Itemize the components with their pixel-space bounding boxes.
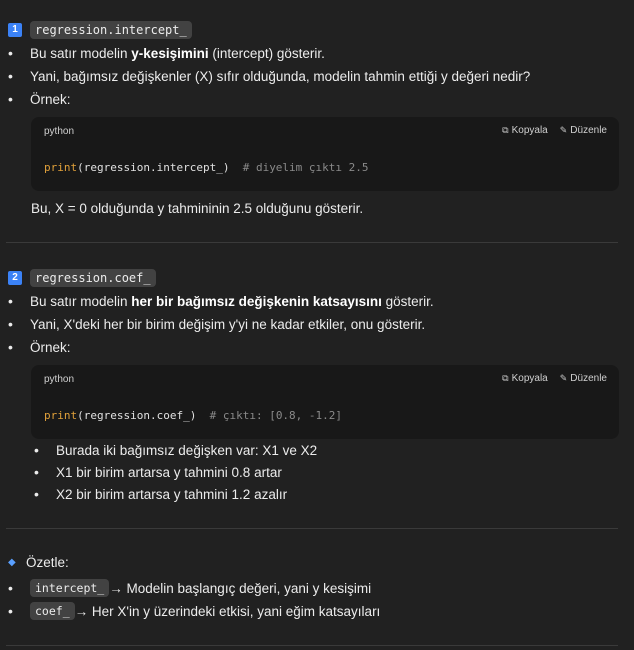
copy-button[interactable]: ⧉ Kopyala [502,373,548,384]
code-block-1: python ⧉ Kopyala ✎ Düzenle print(regressio… [31,117,619,191]
sub-list-item: • X1 bir birim artarsa y tahmini 0.8 art… [34,464,282,480]
copy-button[interactable]: ⧉ Kopyala [502,125,548,136]
list-item-text: Bu satır modelin y-kesişimini (intercept… [30,45,325,61]
step-number-2: 2 [8,271,22,285]
list-item-text: Örnek: [30,91,71,107]
summary-title: Özetle: [26,555,69,570]
divider [6,242,618,243]
sub-list-item-text: Burada iki bağımsız değişken var: X1 ve … [56,442,318,458]
list-item-text: Örnek: [30,339,71,355]
list-item: • intercept_ → Modelin başlangıç değeri,… [8,579,372,597]
inline-code: intercept_ [30,579,110,597]
list-item: • Örnek: [8,339,71,355]
section-1-heading: 1 regression.intercept_ [8,20,192,40]
list-item: • Yani, bağımsız değişkenler (X) sıfır o… [8,68,531,84]
list-item: • Örnek: [8,91,71,107]
edit-button[interactable]: ✎ Düzenle [560,373,607,384]
code-language: python [44,374,75,385]
list-item: • Yani, X'deki her bir birim değişim y'y… [8,316,426,332]
section-2-title: regression.coef_ [30,269,156,287]
summary-heading: ◆ Özetle: [8,555,69,570]
code-actions: ⧉ Kopyala ✎ Düzenle [502,373,607,384]
code-line: print(regression.coef_) # çıktı: [0.8, -… [44,409,343,422]
pencil-icon: ✎ [559,373,568,383]
list-item: • Bu satır modelin y-kesişimini (interce… [8,45,325,61]
edit-button[interactable]: ✎ Düzenle [560,125,607,136]
inline-code: coef_ [30,602,75,620]
list-item: • coef_ → Her X'in y üzerindeki etkisi, … [8,602,381,620]
list-item-text: Yani, X'deki her bir birim değişim y'yi … [30,316,426,332]
code-block-2: python ⧉ Kopyala ✎ Düzenle print(regressio… [31,365,619,439]
section-1-title: regression.intercept_ [30,21,192,39]
divider [6,528,618,529]
diamond-icon: ◆ [8,557,16,568]
section-2-heading: 2 regression.coef_ [8,268,156,288]
sub-list-item-text: X2 bir birim artarsa y tahmini 1.2 azalı… [56,486,288,502]
list-item: • Bu satır modelin her bir bağımsız deği… [8,293,434,309]
pencil-icon: ✎ [559,125,568,135]
list-item-text: Yani, bağımsız değişkenler (X) sıfır old… [30,68,531,84]
sub-list-item: • X2 bir birim artarsa y tahmini 1.2 aza… [34,486,288,502]
list-item-text: → Modelin başlangıç değeri, yani y kesiş… [109,580,372,596]
copy-icon: ⧉ [502,373,509,383]
code-actions: ⧉ Kopyala ✎ Düzenle [502,125,607,136]
code-line: print(regression.intercept_) # diyelim ç… [44,161,369,174]
step-number-1: 1 [8,23,22,37]
explanation-text: Bu, X = 0 olduğunda y tahmininin 2.5 old… [31,201,364,216]
divider [6,645,618,646]
copy-icon: ⧉ [502,125,509,135]
list-item-text: → Her X'in y üzerindeki etkisi, yani eği… [74,603,381,619]
code-language: python [44,126,75,137]
sub-list-item: • Burada iki bağımsız değişken var: X1 v… [34,442,318,458]
sub-list-item-text: X1 bir birim artarsa y tahmini 0.8 artar [56,464,282,480]
list-item-text: Bu satır modelin her bir bağımsız değişk… [30,293,434,309]
